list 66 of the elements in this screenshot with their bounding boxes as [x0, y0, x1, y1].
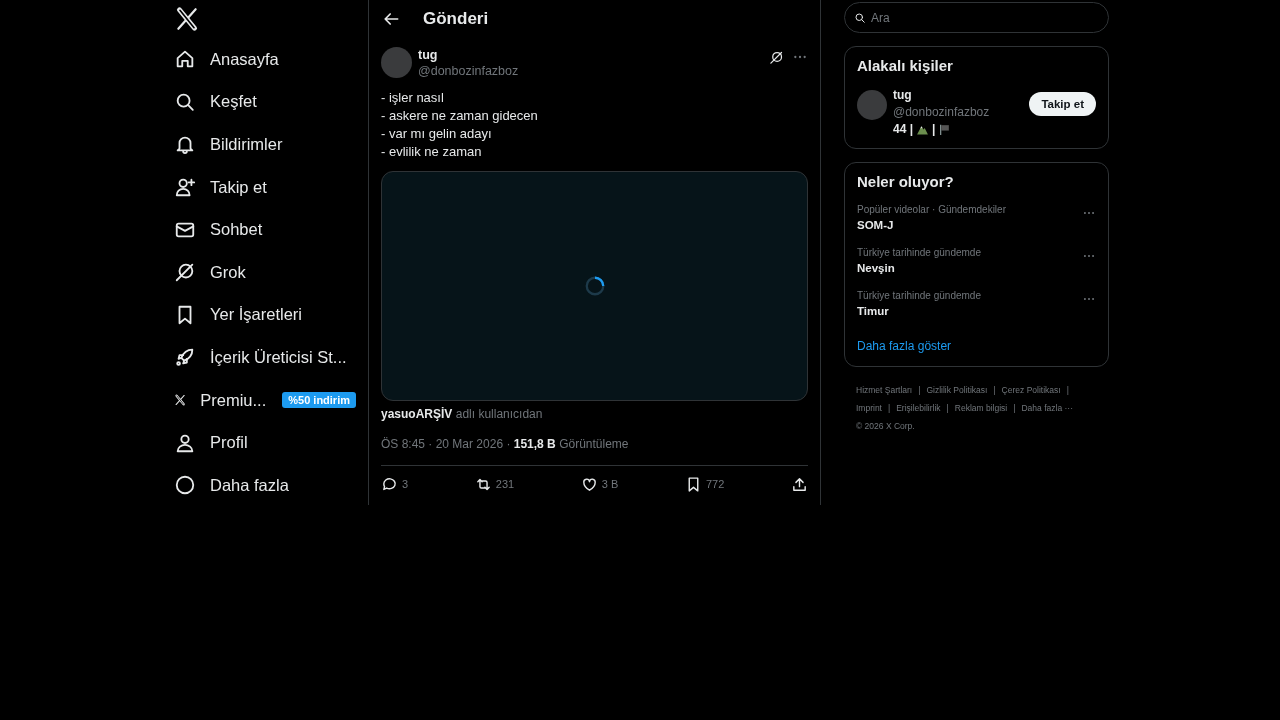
footer-link[interactable]: Imprint — [856, 399, 882, 417]
card-title: Neler oluyor? — [857, 173, 955, 190]
nav-item[interactable]: Bildirimler — [160, 123, 368, 166]
user-handle[interactable]: @donbozinfazboz — [893, 105, 990, 119]
nav-item[interactable]: Sohbet — [160, 208, 368, 251]
footer-link[interactable]: Reklam bilgisi — [954, 399, 1008, 417]
nav-item[interactable]: Grok — [160, 250, 368, 294]
separator-text: | — [1013, 402, 1016, 415]
user-name[interactable]: tug — [418, 48, 519, 62]
user-name[interactable]: tug — [893, 88, 990, 102]
search-field[interactable]: Ara — [844, 2, 1109, 33]
nav-item[interactable]: Keşfet — [160, 80, 368, 124]
nav-item[interactable]: Premiu... %50 indirim — [160, 378, 368, 422]
search-icon — [854, 12, 866, 24]
trend-name[interactable]: Timur — [857, 305, 981, 317]
footer-link[interactable]: Hizmet Şartları — [856, 381, 913, 399]
post-text: - işler nasıl - askere ne zaman gidecen - var mı gelin adayı - evlilik ne zaman — [381, 89, 539, 161]
footer-link[interactable]: Çerez Politikası — [1001, 381, 1061, 399]
separator-text: | — [993, 384, 996, 397]
discount-badge: %50 indirim — [282, 392, 356, 409]
source-attribution: yasuoARŞİV adlı kullanıcıdan — [381, 407, 543, 421]
circle-icon — [174, 474, 196, 497]
heart-icon — [580, 475, 598, 493]
avatar[interactable] — [381, 47, 412, 78]
trend-name[interactable]: Nevşin — [857, 262, 981, 274]
rocket-icon — [174, 346, 196, 369]
flag-icon — [938, 122, 952, 136]
avatar[interactable] — [857, 90, 887, 120]
footer-link[interactable]: Gizlilik Politikası — [926, 381, 988, 399]
nav-item[interactable]: Anasayfa — [160, 38, 368, 81]
retweet-button[interactable]: 231 — [474, 475, 515, 493]
slashed-circle-icon[interactable] — [769, 49, 784, 65]
nav-item[interactable]: Yer İşaretleri — [160, 293, 368, 337]
show-more-link[interactable]: Daha fazla göster — [857, 339, 952, 353]
bio-text: 44 | — [893, 122, 914, 136]
loading-spinner-icon — [583, 275, 606, 297]
separator-text: | — [932, 122, 936, 136]
nav-item[interactable]: Takip et — [160, 165, 368, 209]
footer-link[interactable]: Erişilebilirlik — [896, 399, 941, 417]
nav-item[interactable]: Profil — [160, 421, 368, 464]
nav-item[interactable]: Daha fazla — [160, 463, 368, 505]
separator-text: | — [888, 402, 891, 415]
post-meta: ÖS 8:45 · 20 Mar 2026 · 151,8 B Görüntüleme — [381, 437, 629, 451]
x-logo-icon — [174, 6, 200, 32]
slashed-circle-icon — [174, 261, 196, 284]
trend-context: Popüler videolar · Gündemdekiler — [857, 204, 1006, 215]
copyright-text: © 2026 X Corp. — [856, 420, 916, 433]
separator-text: | — [918, 384, 921, 397]
share-icon — [791, 475, 808, 493]
reply-button[interactable]: 3 — [381, 475, 409, 493]
add-person-icon — [174, 176, 196, 199]
trend-context: Türkiye tarihinde gündemde — [857, 247, 981, 258]
separator-text: | — [1066, 384, 1069, 397]
card-title: Alakalı kişiler — [857, 57, 954, 74]
nav-item[interactable]: İçerik Üreticisi St... — [160, 336, 368, 379]
like-button[interactable]: 3 B — [580, 475, 619, 493]
trend-name[interactable]: SOM-J — [857, 219, 1006, 231]
share-button[interactable] — [791, 475, 808, 493]
separator-text: | — [946, 402, 949, 415]
reply-icon — [381, 475, 398, 493]
follow-button[interactable]: Takip et — [1029, 92, 1096, 116]
bookmark-button[interactable]: 772 — [684, 475, 725, 493]
trend-context: Türkiye tarihinde gündemde — [857, 290, 981, 301]
page-title: Gönderi — [423, 8, 489, 29]
footer-link[interactable]: Daha fazla ··· — [1021, 399, 1073, 417]
user-handle[interactable]: @donbozinfazboz — [418, 64, 519, 78]
